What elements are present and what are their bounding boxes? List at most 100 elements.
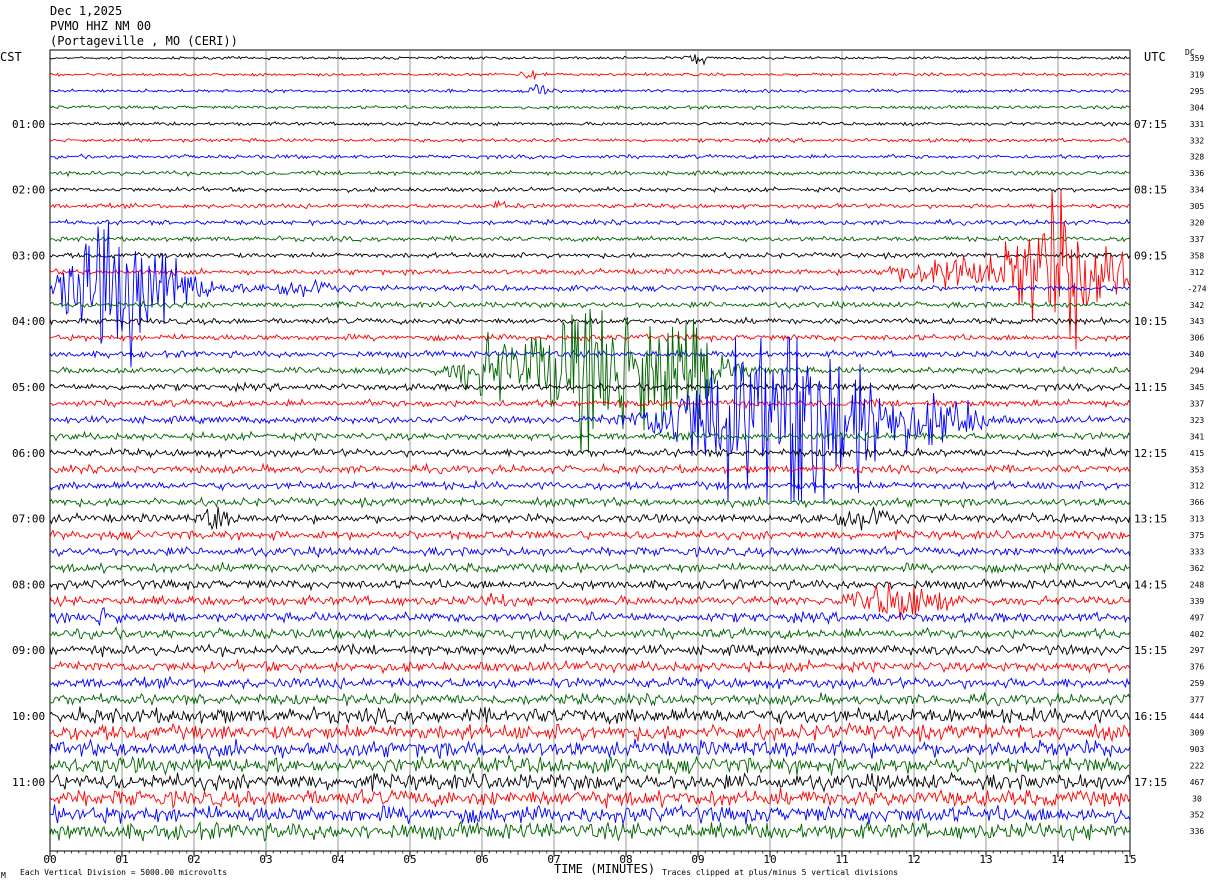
hour-label-right: 16:15 [1134,710,1167,723]
dc-offset-label: 415 [1190,449,1205,458]
x-tick-label: 05 [403,853,416,866]
seismic-trace [49,234,1131,243]
seismic-trace [49,218,1131,227]
dc-offset-label: 312 [1190,268,1205,277]
seismic-trace [49,545,1131,559]
seismic-trace [49,561,1131,575]
hour-label-left: 08:00 [12,578,45,591]
dc-offset-label: 328 [1190,153,1205,162]
seismic-trace [49,642,1131,658]
x-tick-label: 01 [115,853,128,866]
x-tick-label: 00 [43,853,56,866]
seismic-trace [49,528,1131,542]
x-tick-label: 03 [259,853,272,866]
hour-label-left: 06:00 [12,447,45,460]
seismic-trace [49,169,1131,178]
seismic-trace [49,430,1131,443]
dc-offset-label: 323 [1190,416,1205,425]
dc-offset-label: 340 [1190,350,1205,359]
dc-offset-label: 297 [1190,646,1205,655]
dc-offset-label: 222 [1190,761,1205,770]
seismic-trace [49,787,1131,810]
x-tick-label: 13 [979,853,992,866]
dc-offset-label: 313 [1190,515,1205,524]
seismic-trace [49,185,1131,194]
seismic-trace [49,381,1131,393]
hour-label-left: 09:00 [12,644,45,657]
seismic-trace [49,199,1131,210]
dc-offset-label: 331 [1190,120,1205,129]
dc-offset-label: 337 [1190,235,1205,244]
dc-offset-label: 903 [1190,745,1205,754]
seismic-trace [49,803,1131,825]
dc-offset-label: 362 [1190,564,1205,573]
dc-offset-label: 375 [1190,531,1205,540]
hour-label-right: 10:15 [1134,315,1167,328]
dc-offset-label: 358 [1190,251,1205,260]
seismic-trace [49,658,1131,675]
dc-offset-label: 402 [1190,630,1205,639]
dc-offset-label: 467 [1190,778,1205,787]
seismic-trace [49,692,1131,708]
seismic-trace [49,738,1131,760]
dc-offset-label: 343 [1190,317,1205,326]
dc-offset-label: 341 [1190,432,1205,441]
dc-offset-label: 333 [1190,548,1205,557]
seismic-trace [49,606,1131,626]
hour-label-right: 11:15 [1134,381,1167,394]
dc-offset-label: 259 [1190,679,1205,688]
seismic-trace [49,721,1131,743]
seismic-trace [49,251,1131,260]
x-axis-title: TIME (MINUTES) [554,862,656,876]
seismic-trace [49,337,1131,503]
seismic-trace [49,577,1131,592]
x-tick-label: 09 [691,853,704,866]
hour-label-right: 15:15 [1134,644,1167,657]
dc-offset-label: 312 [1190,482,1205,491]
footer-scale-note: Each Vertical Division = 5000.00 microvo… [20,868,228,877]
dc-offset-label: 337 [1190,399,1205,408]
dc-offset-label: 306 [1190,334,1205,343]
dc-offset-label: 319 [1190,70,1205,79]
seismic-trace [50,121,1131,127]
x-tick-label: 14 [1051,853,1065,866]
hour-label-left: 04:00 [12,315,45,328]
seismic-trace [49,70,1131,80]
seismogram-chart: 00 01 02 03 04 05 06 07 08 09 10 11 12 13 14 1535931929… [12,49,1207,866]
seismic-trace [49,583,1131,621]
corner-mark: M [1,871,6,880]
hour-label-right: 08:15 [1134,184,1167,197]
dc-offset-label: 339 [1190,597,1205,606]
x-tick-label: 10 [763,853,776,866]
dc-offset-label: 352 [1190,811,1205,820]
seismic-trace [49,820,1131,842]
dc-offset-label: 376 [1190,663,1205,672]
seismic-trace [49,300,1131,310]
dc-offset-label: 248 [1190,580,1205,589]
dc-offset-label: 342 [1190,301,1205,310]
dc-offset-label: 444 [1190,712,1205,721]
dc-offset-label: 305 [1190,202,1205,211]
seismic-trace [49,137,1131,144]
seismic-trace [49,83,1131,95]
x-tick-label: 04 [331,853,345,866]
x-tick-label: 12 [907,853,920,866]
seismic-trace [49,446,1131,459]
dc-offset-label: 359 [1190,54,1205,63]
seismic-trace [49,462,1131,475]
dc-offset-label: 332 [1190,136,1205,145]
seismic-trace [49,626,1131,641]
dc-offset-label: 309 [1190,728,1205,737]
dc-offset-label: 353 [1190,465,1205,474]
hour-label-left: 02:00 [12,184,45,197]
seismic-trace [49,705,1131,726]
seismic-trace [49,675,1131,691]
x-tick-label: 11 [835,853,848,866]
hour-label-right: 09:15 [1134,249,1167,262]
seismic-trace [49,506,1131,531]
footer-clip-note: Traces clipped at plus/minus 5 vertical … [662,868,899,877]
dc-offset-label: 336 [1190,169,1205,178]
hour-label-left: 07:00 [12,513,45,526]
plot-frame [49,49,1131,852]
dc-offset-label: -274 [1187,284,1206,293]
